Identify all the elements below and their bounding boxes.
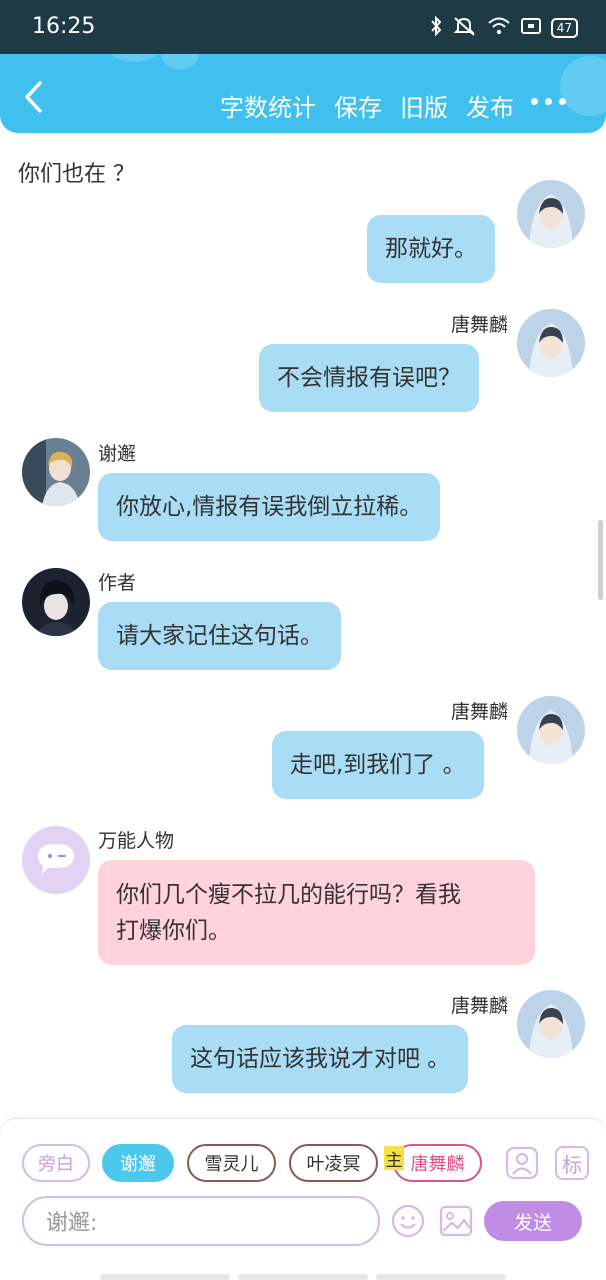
publish-button[interactable]: 发布 bbox=[466, 88, 514, 123]
emoji-icon[interactable] bbox=[391, 1204, 425, 1238]
mute-icon bbox=[453, 16, 477, 40]
old-version-button[interactable]: 旧版 bbox=[400, 88, 448, 123]
word-count-button[interactable]: 字数统计 bbox=[220, 88, 316, 123]
sender-name: 作者 bbox=[98, 572, 137, 594]
message-bubble[interactable]: 这句话应该我说才对吧 。 bbox=[172, 1025, 469, 1093]
status-time: 16:25 bbox=[32, 14, 96, 39]
tang-avatar[interactable] bbox=[517, 309, 585, 377]
back-button[interactable] bbox=[22, 80, 44, 114]
status-bar: 16:25 47 bbox=[0, 0, 606, 54]
universal-avatar[interactable] bbox=[22, 826, 90, 894]
battery-indicator: 47 bbox=[550, 18, 578, 38]
xie-avatar[interactable] bbox=[22, 438, 90, 506]
image-icon[interactable] bbox=[439, 1204, 473, 1238]
message-text-line: 你们几个瘦不拉几的能行吗？看我 bbox=[116, 881, 461, 908]
tang-avatar[interactable] bbox=[517, 180, 585, 248]
main-character-badge: 主 bbox=[384, 1146, 404, 1171]
message-bubble[interactable]: 走吧,到我们了 。 bbox=[272, 731, 484, 799]
role-chip-yelingming[interactable]: 叶凌冥 bbox=[289, 1144, 378, 1182]
message-text-line: 打爆你们。 bbox=[116, 917, 231, 944]
message-input[interactable]: 谢邂: bbox=[22, 1196, 380, 1246]
screen-icon bbox=[520, 17, 541, 39]
bottom-indicator bbox=[238, 1274, 368, 1280]
sender-name: 唐舞麟 bbox=[450, 314, 508, 336]
message-bubble[interactable]: 你放心,情报有误我倒立拉稀。 bbox=[98, 473, 441, 541]
save-button[interactable]: 保存 bbox=[334, 88, 382, 123]
sender-name: 谢邂 bbox=[98, 443, 137, 465]
narration-line: 你们也在 ？ bbox=[18, 162, 135, 187]
message-bubble[interactable]: 你们几个瘦不拉几的能行吗？看我 打爆你们。 bbox=[98, 860, 535, 965]
message-bubble[interactable]: 请大家记住这句话。 bbox=[98, 602, 341, 670]
app-header: 16:25 47 字数统计 保存 旧版 发布 bbox=[0, 0, 606, 133]
message-bubble[interactable]: 那就好。 bbox=[367, 215, 495, 283]
send-button[interactable]: 发送 bbox=[484, 1201, 582, 1241]
navigation-bar: 字数统计 保存 旧版 发布 bbox=[0, 54, 606, 133]
sender-name: 唐舞麟 bbox=[450, 995, 508, 1017]
sender-name: 万能人物 bbox=[98, 830, 175, 852]
character-manage-icon[interactable] bbox=[505, 1146, 539, 1180]
tang-avatar[interactable] bbox=[517, 990, 585, 1058]
toolbar-actions: 字数统计 保存 旧版 发布 bbox=[220, 88, 514, 123]
sender-name: 唐舞麟 bbox=[450, 701, 508, 723]
more-menu-icon[interactable] bbox=[531, 98, 566, 105]
label-icon[interactable]: 标 bbox=[555, 1146, 589, 1180]
role-chip-xie[interactable]: 谢邂 bbox=[102, 1144, 174, 1182]
message-bubble[interactable]: 不会情报有误吧？ bbox=[259, 344, 479, 412]
status-icons: 47 bbox=[429, 15, 578, 40]
bluetooth-icon bbox=[429, 15, 443, 40]
bottom-indicator bbox=[100, 1274, 230, 1280]
role-chip-narration[interactable]: 旁白 bbox=[22, 1144, 90, 1182]
author-avatar[interactable] bbox=[22, 568, 90, 636]
tang-avatar[interactable] bbox=[517, 696, 585, 764]
scrollbar[interactable] bbox=[598, 520, 603, 600]
wifi-icon bbox=[487, 16, 511, 40]
role-chip-xuelinger[interactable]: 雪灵儿 bbox=[187, 1144, 276, 1182]
bottom-indicator bbox=[376, 1274, 506, 1280]
role-chip-tang[interactable]: 唐舞麟 bbox=[393, 1144, 482, 1182]
